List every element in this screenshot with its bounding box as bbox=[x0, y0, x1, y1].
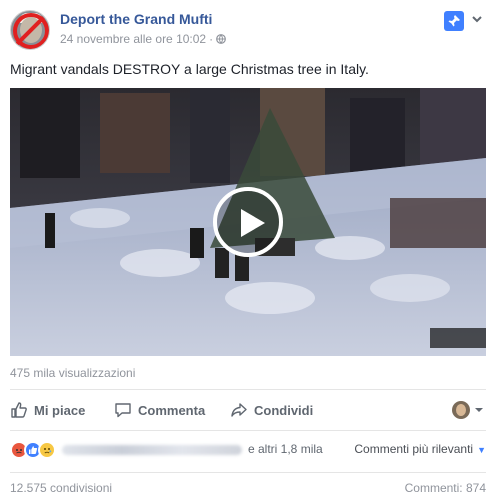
action-bar: Mi piace Commenta Condividi bbox=[10, 396, 486, 424]
share-label: Condividi bbox=[254, 402, 314, 418]
video-player[interactable] bbox=[10, 88, 486, 356]
thumbs-up-icon bbox=[11, 402, 27, 418]
share-button[interactable]: Condividi bbox=[230, 396, 313, 424]
like-button[interactable]: Mi piace bbox=[10, 396, 85, 424]
globe-icon bbox=[216, 34, 227, 44]
caret-down-icon[interactable] bbox=[470, 12, 484, 26]
blurred-reactor-names bbox=[62, 445, 242, 455]
comment-sort-dropdown[interactable]: Commenti più rilevanti ▼ bbox=[354, 442, 486, 456]
post-header: Deport the Grand Mufti 24 novembre alle … bbox=[10, 10, 486, 50]
caret-down-icon bbox=[475, 408, 483, 412]
comment-count[interactable]: Commenti: 874 bbox=[405, 481, 486, 495]
divider-bottom bbox=[10, 472, 486, 473]
profile-switcher[interactable] bbox=[452, 400, 484, 420]
pin-button[interactable] bbox=[444, 11, 464, 31]
sad-reaction-icon bbox=[38, 441, 56, 459]
sort-arrow-icon: ▼ bbox=[477, 445, 486, 455]
comment-icon bbox=[115, 403, 131, 418]
reaction-count[interactable]: e altri 1,8 mila bbox=[248, 442, 323, 456]
page-name-link[interactable]: Deport the Grand Mufti bbox=[60, 11, 212, 27]
user-avatar bbox=[452, 401, 470, 419]
divider-top bbox=[10, 389, 486, 390]
post-timestamp[interactable]: 24 novembre alle ore 10:02 bbox=[60, 32, 206, 46]
divider-middle bbox=[10, 430, 486, 431]
comment-label: Commenta bbox=[138, 402, 206, 418]
like-label: Mi piace bbox=[34, 402, 86, 418]
play-icon bbox=[241, 209, 265, 237]
share-icon bbox=[231, 403, 247, 417]
reactions-row: e altri 1,8 mila Commenti più rilevanti ▼ bbox=[10, 440, 486, 460]
comment-sort-label: Commenti più rilevanti bbox=[354, 442, 474, 456]
post-meta: 24 novembre alle ore 10:02 · bbox=[60, 32, 227, 46]
reaction-icons[interactable] bbox=[10, 441, 60, 459]
meta-separator: · bbox=[209, 32, 214, 46]
view-count: 475 mila visualizzazioni bbox=[10, 366, 136, 380]
comment-button[interactable]: Commenta bbox=[114, 396, 205, 424]
pin-icon bbox=[448, 15, 460, 27]
play-button[interactable] bbox=[213, 187, 283, 257]
share-count[interactable]: 12.575 condivisioni bbox=[10, 481, 112, 495]
post-message: Migrant vandals DESTROY a large Christma… bbox=[10, 61, 369, 77]
page-avatar[interactable] bbox=[10, 10, 50, 50]
